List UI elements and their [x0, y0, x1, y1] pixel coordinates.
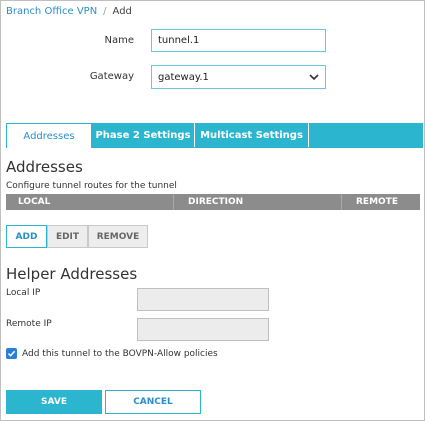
edit-route-button[interactable]: EDIT	[47, 225, 88, 248]
add-route-button[interactable]: ADD	[6, 225, 47, 248]
remote-ip-input[interactable]	[137, 318, 269, 341]
local-ip-label: Local IP	[6, 288, 41, 298]
column-header-local[interactable]: LOCAL	[6, 194, 174, 210]
checkmark-icon	[7, 350, 16, 357]
column-header-direction[interactable]: DIRECTION	[174, 194, 342, 210]
name-label: Name	[104, 35, 134, 46]
tab-bar: Addresses Phase 2 Settings Multicast Set…	[6, 123, 423, 148]
breadcrumb: Branch Office VPN / Add	[6, 6, 132, 17]
route-action-buttons: ADD EDIT REMOVE	[6, 225, 148, 248]
helper-addresses-title: Helper Addresses	[6, 265, 138, 283]
remote-ip-label: Remote IP	[6, 319, 52, 329]
breadcrumb-current: Add	[112, 6, 132, 17]
breadcrumb-link-branch-office-vpn[interactable]: Branch Office VPN	[6, 6, 97, 17]
vpn-add-panel: Branch Office VPN / Add Name Gateway gatew…	[0, 0, 425, 421]
addresses-section-title: Addresses	[6, 158, 83, 176]
tab-addresses[interactable]: Addresses	[6, 123, 92, 148]
column-header-remote[interactable]: REMOTE	[342, 194, 420, 210]
gateway-select[interactable]: gateway.1	[151, 65, 326, 89]
remove-route-button[interactable]: REMOVE	[88, 225, 148, 248]
addresses-description: Configure tunnel routes for the tunnel	[6, 181, 177, 191]
tab-multicast-settings[interactable]: Multicast Settings	[195, 123, 309, 147]
gateway-select-value: gateway.1	[158, 71, 209, 83]
cancel-button[interactable]: CANCEL	[105, 390, 201, 414]
name-input[interactable]	[151, 29, 326, 52]
tab-phase-2-settings[interactable]: Phase 2 Settings	[92, 123, 195, 147]
bovpn-allow-policy-label[interactable]: Add this tunnel to the BOVPN-Allow polic…	[22, 349, 218, 359]
save-button[interactable]: SAVE	[6, 390, 102, 414]
breadcrumb-separator: /	[103, 6, 107, 17]
gateway-label: Gateway	[89, 71, 134, 82]
bovpn-allow-policy-checkbox[interactable]	[6, 348, 17, 359]
local-ip-input[interactable]	[137, 288, 269, 311]
chevron-down-icon	[309, 73, 319, 80]
tunnel-routes-table-header: LOCAL DIRECTION REMOTE	[6, 194, 420, 210]
